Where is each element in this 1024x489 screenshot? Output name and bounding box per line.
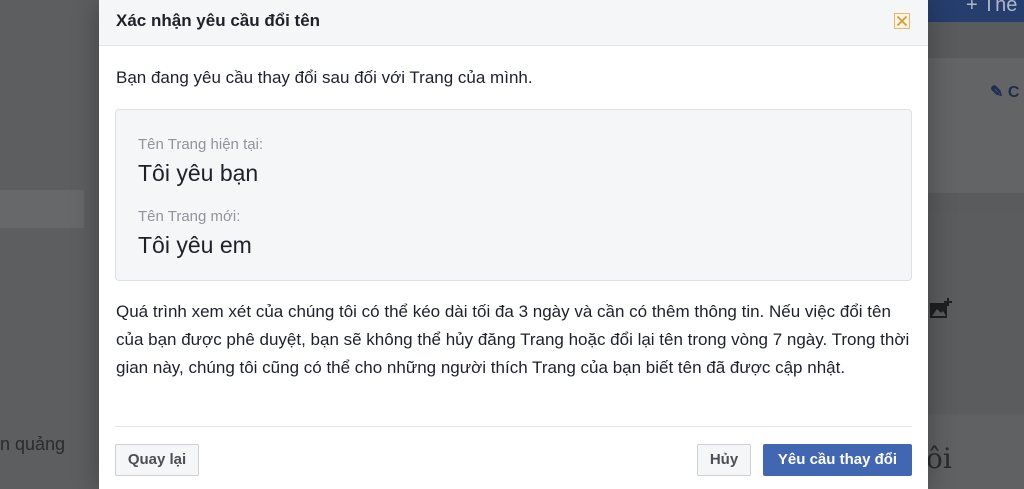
dialog-header: Xác nhận yêu cầu đổi tên — [99, 0, 928, 46]
new-name-value: Tôi yêu em — [138, 232, 252, 258]
pencil-icon: ✎ C — [990, 84, 1020, 101]
close-button[interactable] — [894, 13, 910, 29]
background-top-button-label: + The — [966, 0, 1018, 16]
background-left-text: n quảng — [0, 434, 66, 454]
footer-divider — [115, 426, 912, 427]
background-left-column — [0, 0, 100, 489]
review-description: Quá trình xem xét của chúng tôi có thể k… — [116, 302, 910, 377]
current-name-value: Tôi yêu bạn — [138, 160, 259, 186]
request-change-button[interactable]: Yêu cầu thay đổi — [763, 444, 912, 476]
dialog-title: Xác nhận yêu cầu đổi tên — [116, 11, 321, 30]
background-left-bar — [0, 190, 84, 228]
new-name-label: Tên Trang mới: — [138, 208, 241, 225]
name-change-summary: Tên Trang hiện tại: Tôi yêu bạn Tên Tran… — [115, 109, 912, 281]
dialog-intro: Bạn đang yêu cầu thay đổi sau đối với Tr… — [116, 68, 533, 87]
rename-confirm-dialog: Xác nhận yêu cầu đổi tên Bạn đang yêu cầ… — [99, 0, 928, 489]
background-right-text: ôi — [926, 442, 952, 475]
background-top-button: + The — [928, 0, 1024, 22]
back-button[interactable]: Quay lại — [115, 444, 199, 476]
background-right-panel — [928, 58, 1024, 193]
photo-add-icon — [930, 298, 952, 318]
current-name-label: Tên Trang hiện tại: — [138, 136, 264, 153]
cancel-button[interactable]: Hủy — [697, 444, 751, 476]
close-icon — [896, 15, 908, 27]
